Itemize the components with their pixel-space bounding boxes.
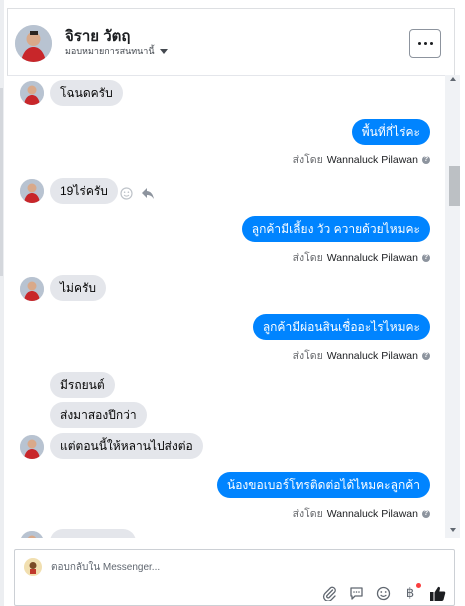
outgoing-message[interactable]: ลูกค้ามีเลี้ยง วัว ควายด้วยไหมคะ — [241, 216, 430, 242]
info-icon[interactable]: ? — [422, 509, 430, 518]
agent-name[interactable]: Wannaluck Pilawan — [327, 508, 418, 520]
info-icon[interactable]: ? — [422, 155, 430, 164]
contact-avatar-small — [20, 81, 44, 105]
assign-conversation-dropdown[interactable]: มอบหมายการสนทนานี้ — [65, 44, 168, 58]
incoming-message[interactable]: แต่ตอนนี้ให้หลานไปส่งต่อ — [50, 433, 203, 459]
baht-icon[interactable]: ฿ — [401, 583, 421, 602]
more-icon — [417, 42, 421, 45]
saved-reply-icon[interactable] — [347, 584, 365, 602]
incoming-message[interactable]: มีรถยนต์ — [50, 372, 115, 398]
sent-by-prefix: ส่งโดย — [292, 350, 323, 362]
contact-avatar[interactable] — [15, 25, 52, 62]
message-actions — [120, 187, 155, 200]
outgoing-message[interactable]: ลูกค้ามีผ่อนสินเชื่ออะไรไหมคะ — [252, 314, 430, 340]
contact-avatar-small — [20, 435, 44, 459]
incoming-message[interactable]: 19ไร่ครับ — [50, 178, 118, 204]
sent-by-prefix: ส่งโดย — [292, 508, 323, 520]
page-avatar — [24, 558, 42, 576]
incoming-message-partial[interactable] — [50, 529, 136, 538]
agent-name[interactable]: Wannaluck Pilawan — [327, 252, 418, 264]
like-icon[interactable] — [428, 584, 446, 602]
notification-dot — [416, 583, 421, 588]
caret-down-icon — [159, 48, 168, 54]
scrollbar-thumb[interactable] — [449, 166, 460, 206]
attach-icon[interactable] — [320, 584, 338, 602]
agent-name[interactable]: Wannaluck Pilawan — [327, 154, 418, 166]
conversation-header: จิราย วัตฤ มอบหมายการสนทนานี้ — [7, 8, 455, 76]
sent-by-label: ส่งโดย Wannaluck Pilawan ? — [293, 505, 430, 522]
sent-by-label: ส่งโดย Wannaluck Pilawan ? — [293, 151, 430, 168]
more-options-button[interactable] — [409, 29, 441, 58]
outgoing-message[interactable]: น้องขอเบอร์โทรติดต่อได้ไหมคะลูกค้า — [217, 472, 430, 498]
reply-input[interactable] — [51, 559, 351, 575]
message-list[interactable]: โฉนดครับ พื้นที่กี่ไร่คะ ส่งโดย Wannaluc… — [7, 75, 445, 538]
incoming-message[interactable]: ไม่ครับ — [50, 275, 107, 301]
contact-avatar-small — [20, 277, 44, 301]
messenger-conversation-panel: จิราย วัตฤ มอบหมายการสนทนานี้ โฉนดครับ พ… — [0, 0, 465, 606]
emoji-icon[interactable] — [120, 187, 133, 200]
assign-label: มอบหมายการสนทนานี้ — [65, 46, 155, 56]
sent-by-label: ส่งโดย Wannaluck Pilawan ? — [293, 347, 430, 364]
emoji-picker-icon[interactable] — [374, 584, 392, 602]
scroll-up-icon[interactable] — [450, 77, 456, 81]
sent-by-prefix: ส่งโดย — [292, 154, 323, 166]
info-icon[interactable]: ? — [422, 351, 430, 360]
info-icon[interactable]: ? — [422, 253, 430, 262]
contact-avatar-small — [20, 179, 44, 203]
message-list-scrollbar[interactable] — [445, 75, 460, 538]
scroll-down-icon[interactable] — [450, 528, 456, 532]
incoming-message[interactable]: โฉนดครับ — [50, 80, 123, 106]
outgoing-message[interactable]: พื้นที่กี่ไร่คะ — [351, 119, 430, 145]
reply-composer: ฿ — [14, 549, 455, 606]
agent-name[interactable]: Wannaluck Pilawan — [327, 350, 418, 362]
incoming-message[interactable]: ส่งมาสองปีกว่า — [50, 402, 147, 428]
contact-avatar-small — [20, 531, 44, 538]
composer-toolbar: ฿ — [320, 583, 446, 603]
left-scroll-track — [0, 88, 3, 276]
sent-by-label: ส่งโดย Wannaluck Pilawan ? — [293, 249, 430, 266]
sent-by-prefix: ส่งโดย — [292, 252, 323, 264]
reply-icon[interactable] — [141, 187, 155, 200]
